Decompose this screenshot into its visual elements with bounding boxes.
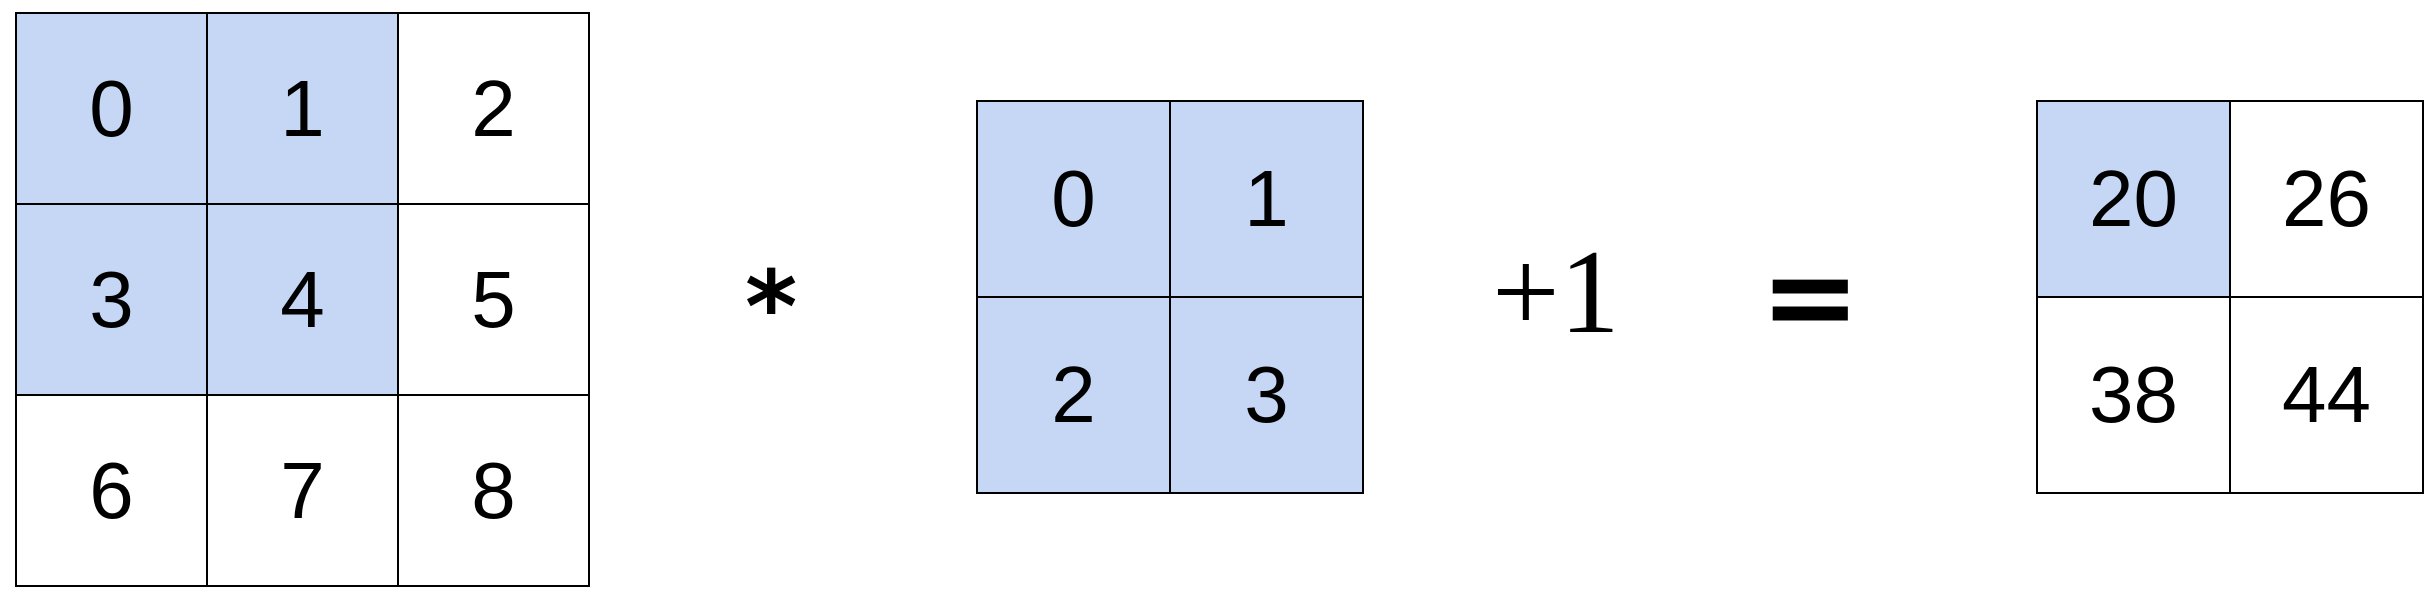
- input-cell: 0: [17, 14, 208, 205]
- kernel-cell: 0: [978, 102, 1171, 298]
- input-cell: 3: [17, 205, 208, 396]
- input-cell: 5: [399, 205, 590, 396]
- input-cell: 6: [17, 396, 208, 587]
- kernel-matrix: 0 1 2 3: [976, 100, 1364, 494]
- convolution-operator: *: [745, 249, 798, 366]
- output-matrix: 20 26 38 44: [2036, 100, 2424, 494]
- output-cell: 20: [2038, 102, 2231, 298]
- input-cell: 1: [208, 14, 399, 205]
- input-cell: 7: [208, 396, 399, 587]
- kernel-cell: 2: [978, 298, 1171, 494]
- output-cell: 38: [2038, 298, 2231, 494]
- input-cell: 8: [399, 396, 590, 587]
- kernel-cell: 3: [1171, 298, 1364, 494]
- input-matrix: 0 1 2 3 4 5 6 7 8: [15, 12, 590, 587]
- equals-sign: =: [1760, 228, 1861, 367]
- input-cell: 4: [208, 205, 399, 396]
- output-cell: 26: [2231, 102, 2424, 298]
- output-cell: 44: [2231, 298, 2424, 494]
- kernel-cell: 1: [1171, 102, 1364, 298]
- input-cell: 2: [399, 14, 590, 205]
- bias-term: +1: [1492, 225, 1620, 358]
